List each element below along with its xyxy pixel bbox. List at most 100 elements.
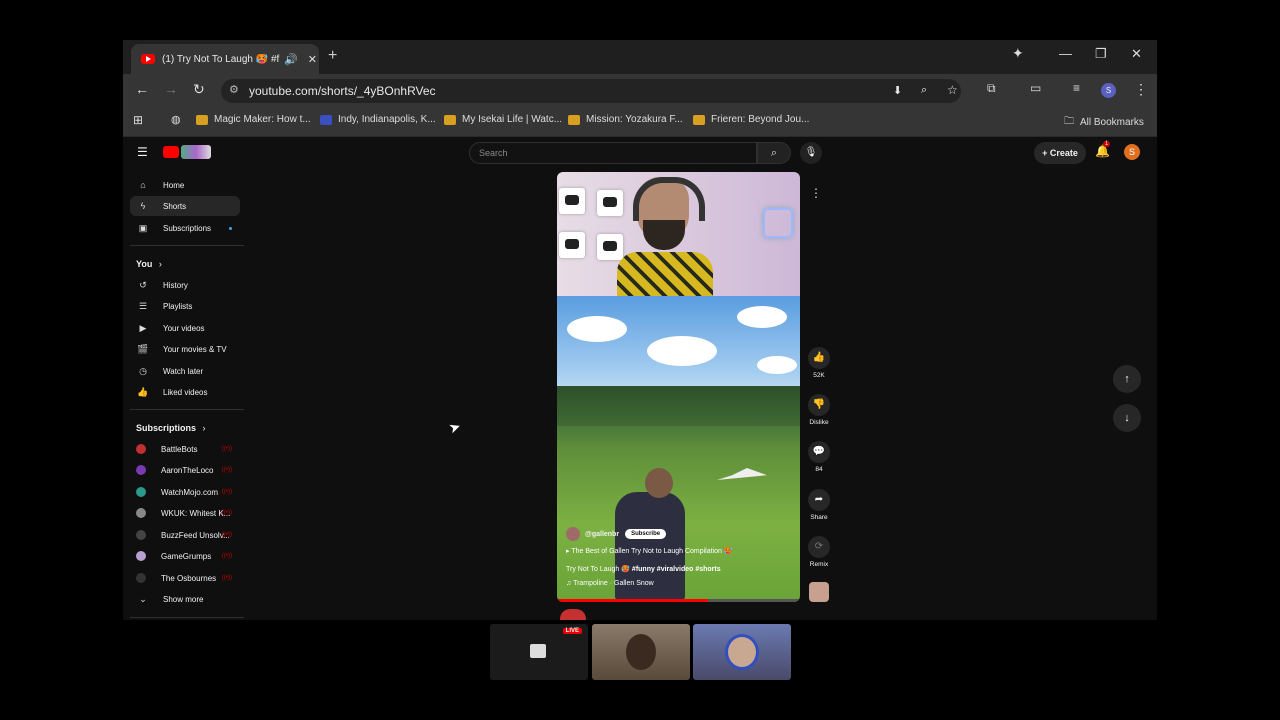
show-more-button[interactable]: ⌄ Show more — [130, 589, 240, 609]
bookmark-item[interactable]: Mission: Yozakura F... — [568, 114, 683, 125]
sidebar-item-playlists[interactable]: ☰ Playlists — [130, 296, 240, 316]
next-short-arrow-icon[interactable]: ↓ — [1113, 404, 1141, 432]
gemini-icon[interactable]: ✦ — [1012, 45, 1024, 62]
channel-avatar[interactable] — [566, 527, 580, 541]
stream-thumbnail[interactable] — [693, 624, 791, 680]
subscriptions-section-title[interactable]: Subscriptions › — [136, 423, 206, 433]
media-control-icon[interactable]: ≡ — [1073, 81, 1080, 95]
remix-button[interactable]: ⟳ Remix — [808, 536, 830, 568]
sidebar-item-shorts[interactable]: ϟ Shorts — [130, 196, 240, 216]
profile-avatar[interactable]: S — [1101, 83, 1116, 98]
search-button[interactable]: ⌕ — [757, 142, 791, 164]
account-avatar[interactable]: S — [1124, 144, 1140, 160]
create-button[interactable]: + Create — [1034, 142, 1086, 164]
paper-airplane — [717, 468, 767, 480]
bookmark-label: My Isekai Life | Watc... — [462, 114, 563, 125]
hamburger-menu-icon[interactable]: ☰ — [137, 145, 148, 159]
all-bookmarks[interactable]: 🗀 All Bookmarks — [1064, 114, 1144, 131]
next-short-peek — [560, 609, 586, 620]
subscription-item[interactable]: AaronTheLoco ((•)) — [130, 460, 240, 480]
close-tab-icon[interactable]: ✕ — [308, 53, 317, 66]
audio-track[interactable]: ♫ Trampoline · Gallen Snow — [566, 580, 654, 587]
like-count: 52K — [813, 372, 825, 379]
search-input[interactable]: Search — [469, 142, 757, 164]
channel-row: @gallenbr Subscribe — [566, 527, 667, 541]
reload-button[interactable]: ↻ — [193, 81, 205, 98]
subscription-item[interactable]: GameGrumps ((•)) — [130, 546, 240, 566]
bookmark-item[interactable]: Frieren: Beyond Jou... — [693, 114, 809, 125]
close-window-button[interactable]: ✕ — [1131, 46, 1142, 62]
progress-bar[interactable] — [557, 599, 800, 602]
subscription-item[interactable]: WatchMojo.com ((•)) — [130, 482, 240, 502]
bookmark-favicon-icon — [196, 114, 208, 125]
new-tab-button[interactable]: + — [328, 47, 337, 65]
channel-handle[interactable]: @gallenbr — [585, 531, 619, 538]
subscription-item[interactable]: The Osbournes ((•)) — [130, 568, 240, 588]
thumbs-down-icon: 👎 — [808, 394, 830, 416]
video-scene — [557, 296, 800, 602]
hashtags[interactable]: #funny #viralvideo #shorts — [632, 566, 721, 573]
subscribe-button[interactable]: Subscribe — [625, 529, 667, 539]
share-button[interactable]: ➦ Share — [808, 489, 830, 521]
doodle-logo[interactable] — [181, 145, 211, 159]
comments-button[interactable]: 💬 84 — [808, 441, 830, 473]
bookmark-favicon-icon — [693, 114, 705, 125]
back-button[interactable]: ← — [135, 81, 149, 97]
shorts-player[interactable]: @gallenbr Subscribe ▸ The Best of Gallen… — [557, 172, 800, 602]
stream-thumbnail[interactable]: LIVE — [490, 624, 588, 680]
restore-button[interactable]: ❐ — [1095, 46, 1107, 62]
tree-line — [557, 386, 800, 426]
playlist-link[interactable]: ▸ The Best of Gallen Try Not to Laugh Co… — [566, 547, 733, 555]
live-indicator-icon: ((•)) — [221, 575, 232, 581]
video-title[interactable]: Try Not To Laugh 🥵 #funny #viralvideo #s… — [566, 565, 721, 573]
sidebar-item-history[interactable]: ↺ History — [130, 275, 240, 295]
thumbs-up-icon: 👍 — [137, 386, 149, 397]
subscription-item[interactable]: BattleBots ((•)) — [130, 439, 240, 459]
live-indicator-icon: ((•)) — [221, 489, 232, 495]
browser-tab[interactable]: (1) Try Not To Laugh 🥵 #fu 🔊 ✕ — [131, 44, 319, 74]
person-silhouette — [626, 634, 656, 670]
voice-search-icon[interactable]: 🎙 — [800, 142, 822, 164]
bookmark-favicon-icon — [444, 114, 456, 125]
sidebar-item-movies[interactable]: 🎬 Your movies & TV — [130, 339, 240, 359]
you-section-title[interactable]: You › — [136, 259, 162, 269]
dislike-button[interactable]: 👎 Dislike — [808, 394, 830, 426]
stream-thumbnail[interactable] — [592, 624, 690, 680]
address-bar[interactable]: ⚙ youtube.com/shorts/_4yBOnhRVec ⬇ ⌕ ☆ — [221, 79, 961, 103]
apps-icon[interactable]: ⊞ — [133, 113, 143, 127]
sidebar-item-subscriptions[interactable]: ▣ Subscriptions — [130, 218, 240, 238]
audio-source-thumbnail[interactable] — [809, 582, 829, 602]
site-info-icon[interactable]: ⚙ — [229, 83, 239, 96]
headphones-icon — [633, 177, 705, 221]
bookmark-item[interactable]: Magic Maker: How t... — [196, 114, 311, 125]
cast-icon[interactable]: ▭ — [1030, 81, 1041, 95]
subscription-item[interactable]: BuzzFeed Unsolv... ((•)) — [130, 525, 240, 545]
youtube-logo-icon[interactable] — [163, 146, 179, 158]
forward-button[interactable]: → — [164, 81, 178, 97]
subscription-item[interactable]: WKUK: Whitest K... ((•)) — [130, 503, 240, 523]
live-indicator-icon: ((•)) — [221, 553, 232, 559]
person-beard — [643, 220, 685, 250]
divider — [130, 245, 244, 246]
install-icon[interactable]: ⬇ — [893, 84, 902, 97]
menu-kebab-icon[interactable]: ⋮ — [1134, 81, 1148, 98]
live-indicator-icon: ((•)) — [221, 532, 232, 538]
previous-short-arrow-icon[interactable]: ↑ — [1113, 365, 1141, 393]
bookmark-item[interactable]: My Isekai Life | Watc... — [444, 114, 562, 125]
minimize-button[interactable]: — — [1059, 46, 1072, 61]
sidebar-item-liked-videos[interactable]: 👍 Liked videos — [130, 382, 240, 402]
bookmark-item[interactable]: Indy, Indianapolis, K... — [320, 114, 436, 125]
zoom-icon[interactable]: ⌕ — [921, 84, 927, 97]
more-options-icon[interactable]: ⋮ — [810, 186, 822, 200]
like-button[interactable]: 👍 52K — [808, 347, 830, 379]
extensions-icon[interactable]: ⧉ — [987, 81, 996, 96]
sidebar-item-your-videos[interactable]: ▶ Your videos — [130, 318, 240, 338]
monitor-icon — [530, 644, 546, 658]
sidebar-item-home[interactable]: ⌂ Home — [130, 175, 240, 195]
speaker-icon[interactable]: 🔊 — [284, 53, 298, 66]
globe-icon[interactable]: ◍ — [171, 113, 181, 126]
tab-title: (1) Try Not To Laugh 🥵 #fu — [162, 53, 280, 65]
bookmark-star-icon[interactable]: ☆ — [947, 83, 958, 97]
thumbs-up-icon: 👍 — [808, 347, 830, 369]
sidebar-item-watch-later[interactable]: ◷ Watch later — [130, 361, 240, 381]
